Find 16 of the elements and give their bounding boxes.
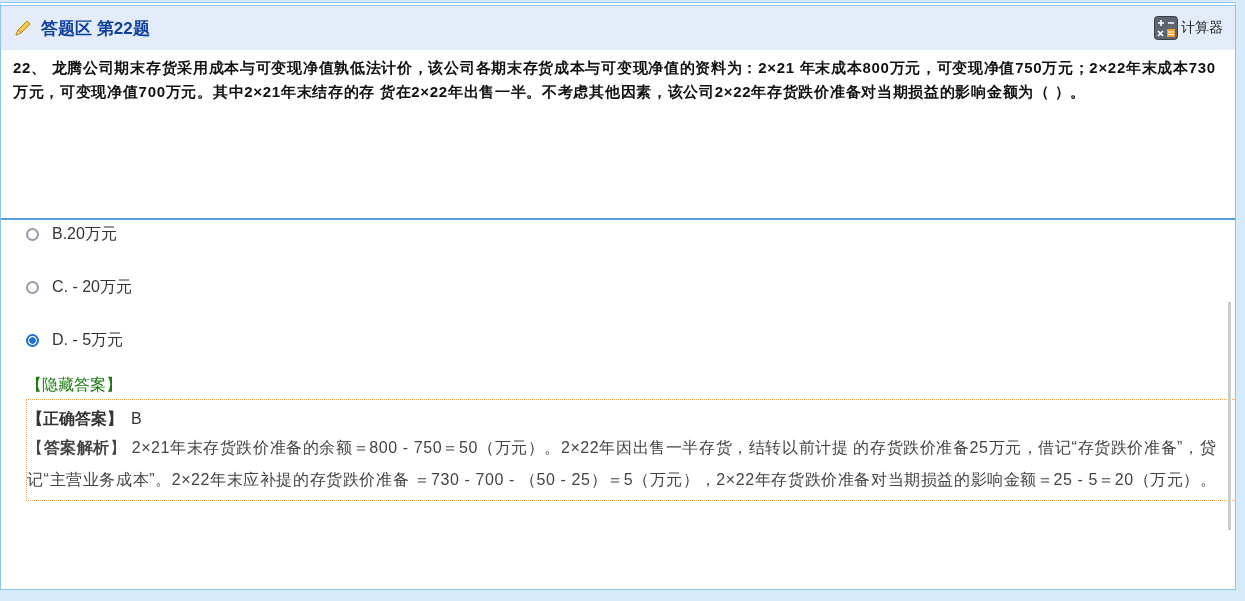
answer-value: B (131, 410, 142, 428)
answer-option[interactable]: B.20万元 (26, 222, 117, 246)
calculator-icon (1154, 16, 1178, 40)
pencil-icon (13, 18, 33, 38)
analysis-text: 【答案解析】 2×21年末存货跌价准备的余额＝800 - 750＝50（万元）。2×22年因出售一半存货，结转以前计提 的存货跌价准备25万元，借记“存货跌价准备”，贷记“主营业务成本”。2×22年末应补提的存货跌价准备 ＝730 - 700 - （50 - 25）＝5（万元），2×22年存货跌价准备对当期损益的影响金额＝25 - 5＝20（万元）。 (27, 438, 1218, 490)
scrollbar[interactable] (1228, 302, 1231, 530)
radio-button[interactable] (26, 280, 39, 294)
answer-option[interactable]: C. - 20万元 (26, 275, 132, 299)
answer-option[interactable]: D. - 5万元 (26, 328, 124, 352)
calculator-button[interactable]: 计算器 (1154, 16, 1223, 40)
radio-button[interactable] (26, 333, 39, 347)
panel-title: 答题区 第22题 (41, 17, 150, 40)
radio-button[interactable] (26, 227, 39, 241)
hide-answer-link[interactable]: 【隐藏答案】 (26, 375, 122, 396)
question-text: 22、 龙腾公司期末存货采用成本与可变现净值孰低法计价，该公司各期末存货成本与可变现净值的资料为：2×21 年末成本800万元，可变现净值750万元；2×22年末成本730万元，可变现净值700万元。其中2×21年末结存的存 货在2×22年出售一半。不考虑其他因素，该公司2×22年存货跌价准备对当期损益的影响金额为（ ）。 (13, 58, 1217, 102)
answer-label: 【正确答案】 (27, 408, 123, 429)
